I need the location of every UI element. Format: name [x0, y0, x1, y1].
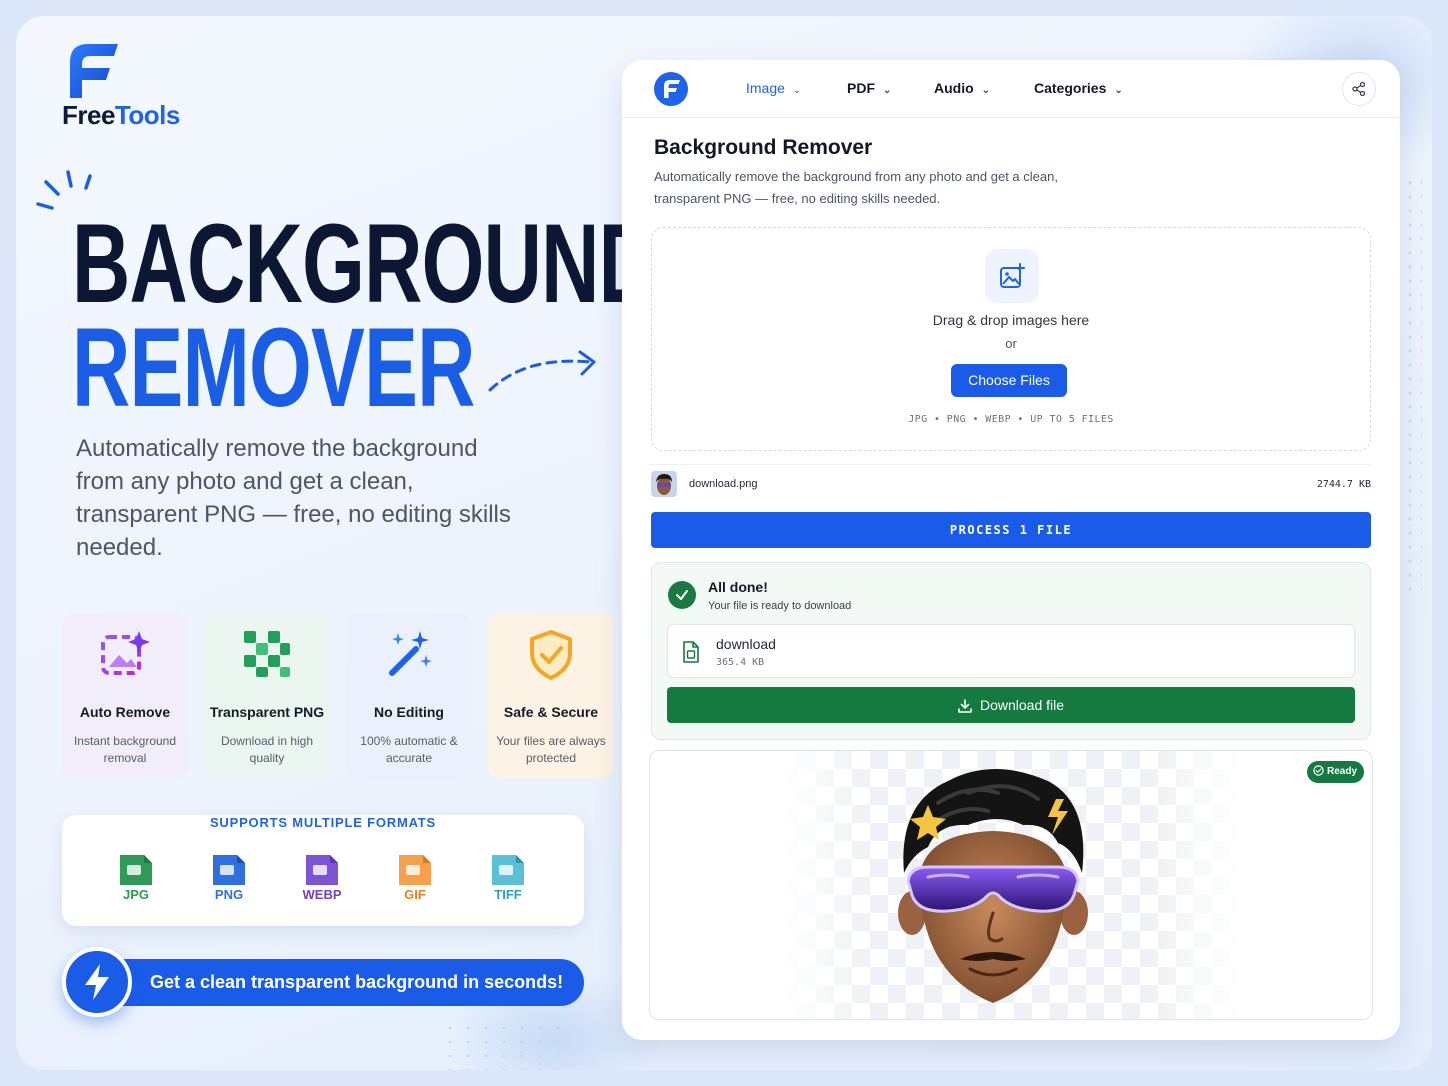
dropzone-hint: JPG • PNG • WEBP • UP TO 5 FILES [908, 414, 1114, 425]
feature-desc: Download in high quality [220, 734, 314, 765]
result-image [898, 769, 1088, 1003]
add-image-icon [985, 249, 1039, 303]
format-png: PNG [209, 855, 249, 905]
nav-categories[interactable]: Categories ⌄ [1034, 80, 1123, 96]
freetools-logo-icon [664, 80, 680, 98]
share-icon [1352, 82, 1366, 96]
ready-badge: Ready [1306, 761, 1364, 783]
choose-files-button[interactable]: Choose Files [951, 364, 1067, 397]
output-file-size: 365.4 KB [716, 657, 765, 668]
nav-pdf[interactable]: PDF ⌄ [847, 80, 891, 96]
file-gif-icon [399, 855, 431, 885]
chevron-down-icon: ⌄ [883, 85, 892, 96]
result-preview: Ready [649, 750, 1373, 1020]
file-tiff-icon [492, 855, 524, 885]
feature-desc: 100% automatic & accurate [360, 734, 458, 765]
dropzone-text: Drag & drop images here [932, 312, 1090, 328]
file-size: 2744.7 KB [1316, 479, 1371, 490]
download-file-button[interactable]: Download file [667, 687, 1355, 723]
file-png-icon [213, 855, 245, 885]
hero-description: Automatically remove the background from… [76, 435, 511, 561]
process-button[interactable]: PROCESS 1 FILE [651, 512, 1371, 548]
feature-title: No Editing [374, 704, 444, 720]
format-label: PNG [214, 887, 244, 902]
formats-card: SUPPORTS MULTIPLE FORMATS JPG PNG WEBP G… [62, 815, 584, 926]
share-button[interactable] [1342, 72, 1376, 106]
dropzone-or: or [1005, 336, 1017, 351]
format-label: GIF [404, 887, 426, 902]
hero-title-line2: REMOVER [72, 305, 475, 430]
format-label: WEBP [302, 887, 342, 902]
output-file-card: download 365.4 KB [667, 624, 1355, 678]
feature-card-no-editing: No Editing 100% automatic & accurate [346, 613, 472, 778]
feature-title: Safe & Secure [503, 704, 599, 720]
check-circle-icon [668, 581, 696, 609]
page-frame: FreeTools BACKGROUND REMOVER Automatical… [16, 16, 1432, 1070]
page-title: Background Remover [654, 136, 873, 159]
feature-title: Transparent PNG [209, 704, 325, 720]
magic-wand-icon [389, 631, 432, 676]
check-circle-icon [1313, 765, 1324, 776]
file-icon [683, 641, 699, 663]
app-window: Image ⌄ PDF ⌄ Audio ⌄ Categories ⌄ Backgroun… [622, 60, 1400, 1040]
chevron-down-icon: ⌄ [792, 85, 802, 96]
feature-card-auto-remove: Auto Remove Instant background removal [62, 613, 188, 778]
page-subtitle: Automatically remove the background from… [654, 169, 1058, 206]
format-label: JPG [122, 887, 149, 902]
selected-file-row: download.png 2744.7 KB [651, 464, 1371, 497]
hero-title-line1: BACKGROUND [72, 201, 657, 326]
top-nav: Image ⌄ PDF ⌄ Audio ⌄ Categories ⌄ [622, 60, 1400, 118]
brand-name: FreeTools [62, 100, 180, 130]
file-webp-icon [306, 855, 338, 885]
transparent-grid-icon [244, 631, 290, 677]
nav-audio[interactable]: Audio ⌄ [934, 80, 990, 96]
result-title: All done! [708, 579, 768, 595]
file-name: download.png [689, 478, 758, 490]
dropzone[interactable]: Drag & drop images here or Choose Files … [651, 227, 1371, 451]
file-jpg-icon [120, 855, 152, 885]
chevron-down-icon: ⌄ [1114, 85, 1123, 96]
download-icon [958, 699, 972, 713]
nav-image[interactable]: Image ⌄ [746, 80, 801, 96]
decor-dots [441, 1021, 561, 1070]
feature-cards: Auto Remove Instant background removal T… [62, 613, 614, 778]
format-jpg: JPG [116, 855, 156, 905]
format-webp: WEBP [302, 855, 342, 905]
dashed-arrow-icon [488, 350, 596, 392]
feature-card-transparent-png: Transparent PNG Download in high quality [204, 613, 330, 778]
sparkle-image-icon [101, 631, 150, 675]
app-logo[interactable] [654, 72, 688, 106]
format-gif: GIF [395, 855, 435, 905]
lightning-icon [85, 964, 109, 1000]
result-panel: All done! Your file is ready to download… [651, 562, 1371, 740]
formats-title: SUPPORTS MULTIPLE FORMATS [62, 815, 584, 830]
cta-text: Get a clean transparent background in se… [150, 972, 564, 992]
freetools-logo-icon [70, 44, 118, 98]
feature-title: Auto Remove [79, 704, 171, 720]
format-tiff: TIFF [488, 855, 528, 905]
feature-card-safe-secure: Safe & Secure Your files are always prot… [488, 613, 614, 778]
feature-desc: Your files are always protected [496, 734, 606, 765]
output-file-name: download [716, 636, 776, 652]
cta-badge [62, 947, 132, 1017]
format-label: TIFF [494, 887, 522, 902]
cta-banner[interactable]: Get a clean transparent background in se… [62, 947, 584, 1017]
result-subtitle: Your file is ready to download [708, 600, 852, 612]
chevron-down-icon: ⌄ [981, 85, 991, 96]
file-thumbnail [651, 471, 677, 497]
shield-check-icon [530, 630, 572, 680]
feature-desc: Instant background removal [73, 734, 177, 765]
